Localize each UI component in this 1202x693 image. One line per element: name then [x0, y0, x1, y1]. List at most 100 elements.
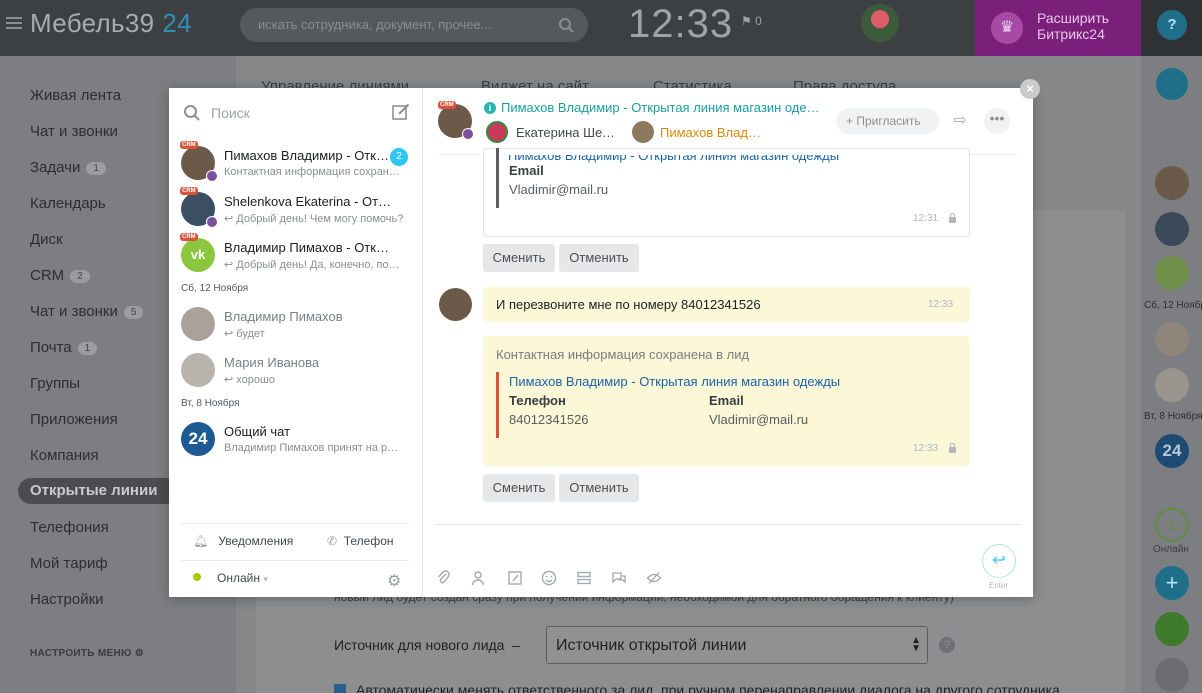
chat-subtitle: ↩ Добрый день! Да, конечно, подскажите — [224, 259, 404, 271]
more-icon[interactable]: ••• — [984, 108, 1010, 134]
add-icon[interactable]: + — [1155, 566, 1189, 600]
right-date: Сб, 12 Ноября — [1144, 300, 1202, 311]
status-dot — [193, 573, 201, 581]
top-bar: Мебель39 24 искать сотрудника, документ, … — [0, 0, 1202, 56]
quote-bar — [496, 372, 499, 438]
invite-button[interactable]: + Пригласить — [836, 108, 939, 134]
menu-item-telephony[interactable]: Телефония — [30, 519, 109, 536]
phone-button[interactable]: ✆ Телефон — [327, 534, 394, 548]
status-select[interactable]: Онлайн ▾ — [217, 571, 268, 585]
crown-icon: ♛ — [991, 12, 1023, 44]
dialog-user-2[interactable]: Пимахов Владимир — [660, 125, 764, 140]
select-arrows-icon: ▲ ▼ — [911, 635, 921, 654]
recent-search-input[interactable]: Поиск — [211, 105, 250, 121]
menu-item-live-feed[interactable]: Живая лента — [30, 87, 121, 104]
clock[interactable]: 12:33 — [628, 2, 733, 47]
message-time: 12:33 — [913, 443, 939, 454]
general-chat-avatar[interactable]: 24 — [1155, 434, 1189, 468]
chat-avatar — [181, 307, 215, 341]
dialog-panel: CRM i Пимахов Владимир - Открытая линия м… — [424, 88, 1033, 597]
configure-menu-button[interactable]: НАСТРОИТЬ МЕНЮ ⚙ — [30, 648, 144, 659]
recent-avatar[interactable] — [1155, 212, 1189, 246]
viber-icon — [206, 170, 218, 182]
menu-item-tasks[interactable]: Задачи 1 — [30, 159, 106, 176]
lead-link[interactable]: Пимахов Владимир - Открытая линия магази… — [509, 374, 840, 389]
gear-icon[interactable]: ⚙ — [387, 571, 401, 591]
attach-icon[interactable] — [436, 570, 452, 586]
chat-item[interactable]: 24 Общий чат Владимир Пимахов принят на … — [181, 422, 411, 462]
new-chat-icon[interactable] — [392, 103, 410, 121]
chat-item[interactable]: CRM Shelenkova Ekaterina - Открытая лини… — [180, 187, 411, 232]
change-button[interactable]: Сменить — [483, 244, 555, 272]
recent-avatar[interactable] — [1155, 322, 1189, 356]
menu-item-mail[interactable]: Почта 1 — [30, 339, 98, 356]
portal-logo[interactable]: Мебель39 24 — [30, 8, 192, 39]
chat-item[interactable]: vk CRM Владимир Пимахов - Открытая линия… — [180, 233, 411, 278]
bell-icon[interactable] — [1156, 68, 1188, 100]
cancel-button[interactable]: Отменить — [559, 244, 639, 272]
crm-tag: CRM — [438, 101, 456, 109]
menu-item-apps[interactable]: Приложения — [30, 411, 118, 428]
recent-avatar[interactable] — [1155, 256, 1189, 290]
divider — [181, 523, 409, 524]
online-counter[interactable]: 1 — [1155, 508, 1189, 542]
reply-icon: ↩ — [224, 374, 237, 386]
user-avatar[interactable] — [486, 121, 508, 143]
divider — [181, 560, 409, 561]
menu-burger-icon[interactable] — [6, 14, 22, 30]
chat-title: Пимахов Владимир - Открытая линия магази… — [224, 148, 392, 163]
download-icon[interactable] — [1155, 658, 1189, 692]
chat-avatar — [181, 353, 215, 387]
user-icon[interactable] — [470, 570, 486, 586]
user-avatar[interactable] — [632, 121, 654, 143]
change-button[interactable]: Сменить — [483, 474, 555, 502]
crm-tag: CRM — [180, 233, 198, 241]
dialog-user-1[interactable]: Екатерина Шеленкова — [516, 125, 616, 140]
menu-item-groups[interactable]: Группы — [30, 375, 80, 392]
upgrade-button[interactable]: ♛ Расширить Битрикс24 — [975, 0, 1141, 56]
chat-title: Владимир Пимахов — [224, 309, 343, 324]
cancel-button[interactable]: Отменить — [559, 474, 639, 502]
hidden-message-icon[interactable] — [646, 570, 662, 586]
chat-subtitle: ↩ хорошо — [224, 374, 275, 386]
menu-item-settings[interactable]: Настройки — [30, 591, 104, 608]
menu-counter: 2 — [70, 269, 90, 283]
chat-item[interactable]: CRM Пимахов Владимир - Открытая линия ма… — [180, 141, 411, 186]
notifications-button[interactable]: 🔔︎ Уведомления — [193, 534, 293, 548]
phone-icon[interactable] — [1155, 612, 1189, 646]
chat-title: Владимир Пимахов - Открытая линия — [224, 240, 392, 255]
menu-item-chat-calls[interactable]: Чат и звонки 5 — [30, 303, 144, 320]
chat-item[interactable]: Владимир Пимахов ↩ будет — [181, 307, 411, 347]
dialog-title[interactable]: i Пимахов Владимир - Открытая линия магаз… — [484, 100, 824, 115]
menu-item-tariff[interactable]: Мой тариф — [30, 555, 108, 572]
edit-icon[interactable] — [507, 570, 523, 586]
recent-avatar[interactable] — [1155, 166, 1189, 200]
chat-item[interactable]: Мария Иванова ↩ хорошо — [181, 353, 411, 393]
close-icon[interactable]: × — [1020, 79, 1040, 99]
menu-item-calendar[interactable]: Календарь — [30, 195, 106, 212]
vk-icon: vk — [181, 238, 215, 272]
menu-item-disk[interactable]: Диск — [30, 231, 63, 248]
user-avatar[interactable] — [861, 4, 899, 42]
form-icon[interactable] — [576, 570, 592, 586]
help-button[interactable]: ? — [1141, 0, 1202, 56]
lead-source-select[interactable]: Источник открытой линии ▲ ▼ — [546, 626, 928, 664]
info-icon: i — [484, 102, 496, 114]
menu-item-company[interactable]: Компания — [30, 447, 99, 464]
auto-change-checkbox[interactable] — [334, 684, 346, 693]
chat-subtitle: ↩ будет — [224, 328, 265, 340]
send-button[interactable]: ↩ — [982, 544, 1016, 578]
recent-avatar[interactable] — [1155, 368, 1189, 402]
help-hint-icon[interactable]: ? — [939, 637, 955, 653]
email-label: Email — [509, 163, 544, 178]
lead-link[interactable]: Пимахов Владимир - Открытая линия магази… — [508, 155, 839, 163]
smile-icon[interactable] — [541, 570, 557, 586]
client-avatar[interactable] — [439, 288, 472, 321]
flag-counter[interactable]: ⚑ 0 — [741, 14, 762, 28]
menu-item-crm[interactable]: CRM 2 — [30, 267, 90, 284]
menu-item-chat[interactable]: Чат и звонки — [30, 123, 118, 140]
portal-search-input[interactable]: искать сотрудника, документ, прочее... — [240, 8, 588, 42]
recent-list: Поиск CRM Пимахов Владимир - Открытая ли… — [169, 88, 423, 597]
quick-answers-icon[interactable] — [611, 570, 627, 586]
forward-icon[interactable]: ⇨ — [948, 110, 972, 132]
